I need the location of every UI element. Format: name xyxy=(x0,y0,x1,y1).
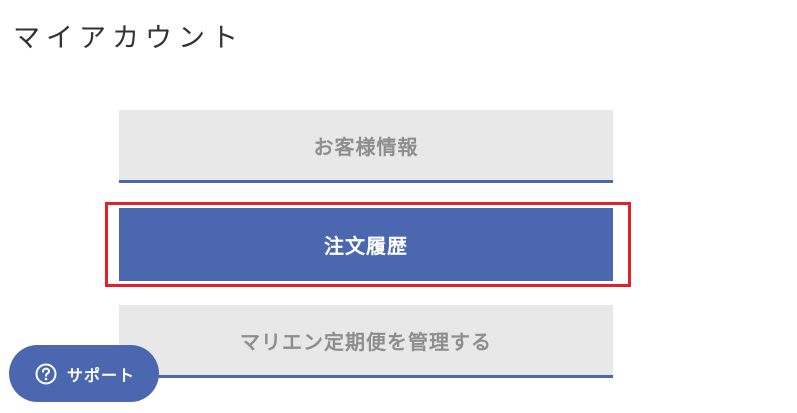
order-history-label: 注文履歴 xyxy=(324,234,408,258)
page-title: マイアカウント xyxy=(13,23,244,54)
order-history-button[interactable]: 注文履歴 xyxy=(119,208,613,281)
support-button[interactable]: サポート xyxy=(9,345,159,402)
question-circle-icon xyxy=(35,363,57,385)
my-account-page: マイアカウント お客様情報 注文履歴 マリエン定期便を管理する サポート xyxy=(0,0,797,413)
manage-subscription-label: マリエン定期便を管理する xyxy=(240,329,492,354)
manage-subscription-button[interactable]: マリエン定期便を管理する xyxy=(119,305,613,378)
support-label: サポート xyxy=(67,365,136,385)
customer-info-button[interactable]: お客様情報 xyxy=(119,110,613,183)
customer-info-label: お客様情報 xyxy=(313,134,419,159)
